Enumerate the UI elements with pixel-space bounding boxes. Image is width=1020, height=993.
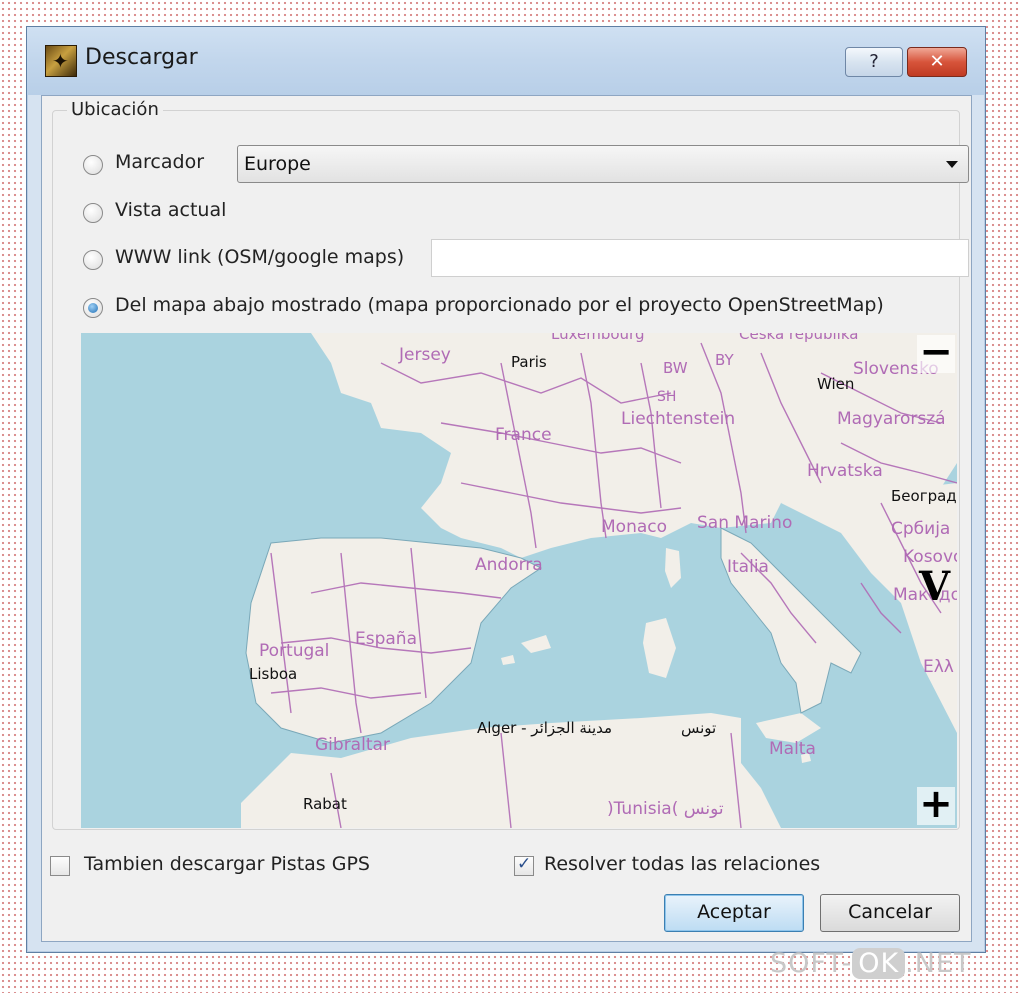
www-link-input[interactable] bbox=[431, 239, 969, 277]
map-label-liechtenstein: Liechtenstein bbox=[621, 409, 736, 429]
zoom-in-button[interactable]: + bbox=[917, 784, 955, 825]
map-label-by: BY bbox=[715, 351, 734, 369]
watermark-suffix: .NET bbox=[905, 948, 972, 979]
map-label-magyarorszag: Magyarorszá bbox=[837, 409, 946, 429]
watermark: SOFT- OK .NET bbox=[770, 948, 972, 979]
checkmark-icon: ✓ bbox=[517, 854, 532, 874]
zoom-out-button[interactable]: − bbox=[917, 333, 955, 373]
from-map-radio[interactable] bbox=[83, 298, 103, 318]
watermark-box: OK bbox=[852, 948, 906, 979]
map-label-alger: Alger - مدينة الجزائر bbox=[477, 719, 613, 737]
dialog-title: Descargar bbox=[85, 45, 198, 70]
app-logo-icon: ✦ bbox=[45, 45, 77, 77]
map-marker-letter: V bbox=[919, 563, 951, 610]
map-label-andorra: Andorra bbox=[475, 555, 543, 575]
map-label-san-marino: San Marino bbox=[697, 513, 793, 533]
close-button[interactable]: ✕ bbox=[907, 47, 967, 77]
title-bar[interactable]: ✦ Descargar ? ✕ bbox=[27, 27, 985, 95]
accept-button[interactable]: Aceptar bbox=[664, 894, 804, 932]
map-view[interactable]: Jersey Luxembourg Česká republika Paris … bbox=[81, 333, 957, 828]
map-label-srbija: Србија bbox=[891, 519, 951, 539]
map-label-rabat: Rabat bbox=[303, 795, 347, 813]
download-dialog: ✦ Descargar ? ✕ Ubicación Marcador Europ… bbox=[26, 26, 986, 953]
map-label-espana: España bbox=[355, 629, 417, 649]
map-label-hrvatska: Hrvatska bbox=[807, 461, 883, 481]
map-label-tunis: تونس bbox=[681, 719, 717, 737]
map-label-tunisia: )Tunisia( تونس bbox=[607, 799, 724, 819]
current-view-radio[interactable] bbox=[83, 203, 103, 223]
map-label-ceska: Česká republika bbox=[739, 333, 859, 343]
map-label-wien: Wien bbox=[817, 375, 855, 393]
map-label-luxembourg: Luxembourg bbox=[551, 333, 645, 343]
map-label-sh: SH bbox=[657, 389, 677, 405]
map-tiles bbox=[241, 333, 957, 828]
bookmark-label: Marcador bbox=[115, 151, 205, 173]
dialog-body: Ubicación Marcador Europe Vista actual W… bbox=[41, 95, 972, 942]
map-label-beograd: Београд bbox=[891, 487, 957, 505]
www-link-label: WWW link (OSM/google maps) bbox=[115, 246, 405, 268]
current-view-label: Vista actual bbox=[115, 199, 227, 221]
chevron-down-icon bbox=[946, 161, 958, 168]
gps-tracks-checkbox[interactable] bbox=[50, 856, 70, 876]
cancel-button[interactable]: Cancelar bbox=[820, 894, 960, 932]
map-label-gibraltar: Gibraltar bbox=[315, 735, 390, 755]
map-label-bw: BW bbox=[663, 359, 688, 377]
location-group: Ubicación Marcador Europe Vista actual W… bbox=[52, 99, 969, 830]
map-label-malta: Malta bbox=[769, 739, 816, 759]
map-label-jersey: Jersey bbox=[399, 345, 451, 365]
from-map-label: Del mapa abajo mostrado (mapa proporcion… bbox=[115, 294, 884, 316]
map-label-france: France bbox=[495, 425, 552, 445]
www-link-radio[interactable] bbox=[83, 250, 103, 270]
map-label-italia: Italia bbox=[727, 557, 769, 577]
map-label-ellada: Ελλ bbox=[923, 657, 954, 677]
map-label-paris: Paris bbox=[511, 353, 547, 371]
bookmark-select-value: Europe bbox=[244, 153, 311, 175]
watermark-prefix: SOFT- bbox=[770, 948, 853, 979]
location-group-label: Ubicación bbox=[67, 99, 163, 120]
gps-tracks-label: Tambien descargar Pistas GPS bbox=[84, 853, 370, 875]
map-label-lisboa: Lisboa bbox=[249, 665, 298, 683]
bookmark-radio[interactable] bbox=[83, 155, 103, 175]
map-label-monaco: Monaco bbox=[601, 517, 668, 537]
map-label-portugal: Portugal bbox=[259, 641, 330, 661]
bookmark-select[interactable]: Europe bbox=[237, 145, 969, 183]
help-button[interactable]: ? bbox=[845, 47, 903, 77]
resolve-relations-label: Resolver todas las relaciones bbox=[544, 853, 821, 875]
resolve-relations-checkbox[interactable]: ✓ bbox=[514, 854, 534, 876]
